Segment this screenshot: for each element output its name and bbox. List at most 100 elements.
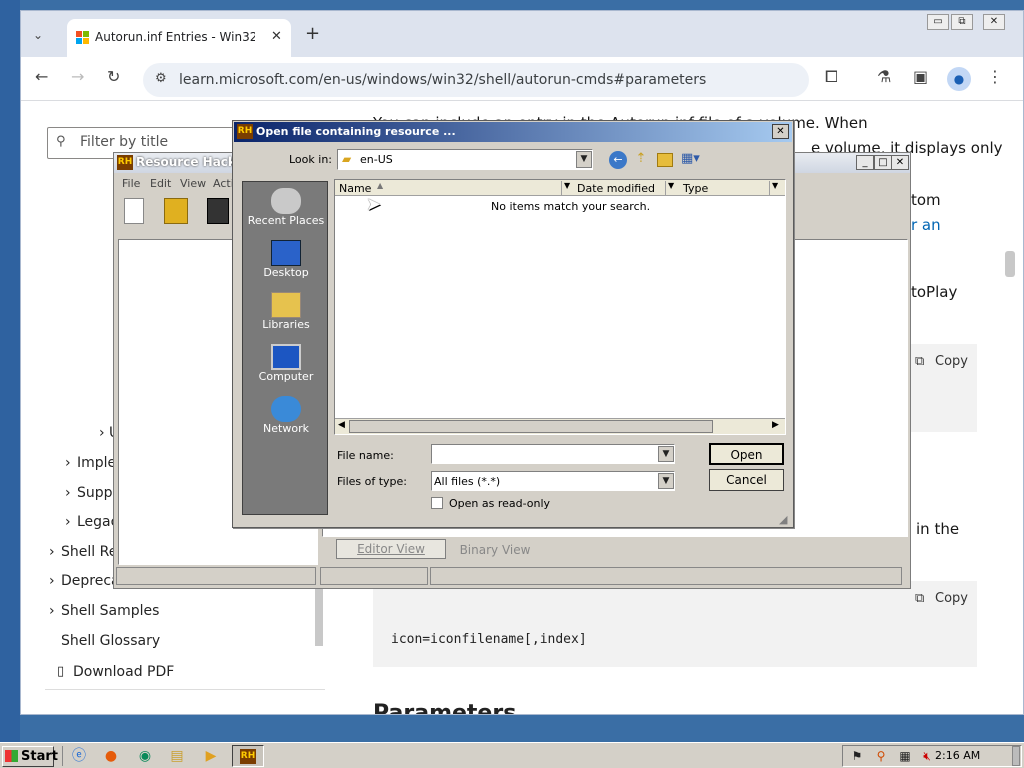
new-file-icon[interactable]: [124, 198, 144, 224]
new-folder-icon[interactable]: [657, 153, 673, 167]
rh-menu-action[interactable]: Acti: [213, 177, 234, 190]
place-desktop[interactable]: Desktop: [243, 240, 329, 279]
page-scrollbar-thumb[interactable]: [1005, 251, 1015, 277]
scroll-left-icon[interactable]: ◀: [338, 420, 345, 430]
taskbar-resource-hacker[interactable]: RH: [232, 745, 264, 767]
restore-button[interactable]: ⧉: [951, 14, 973, 30]
scroll-right-icon[interactable]: ▶: [772, 420, 779, 430]
place-computer[interactable]: Computer: [243, 344, 329, 383]
place-label: Computer: [258, 370, 314, 383]
libraries-icon: [271, 292, 301, 318]
recent-places-icon: [271, 188, 301, 214]
place-recent[interactable]: Recent Places: [243, 188, 329, 227]
network-tray-icon[interactable]: ▦: [894, 746, 916, 766]
rh-menu-file[interactable]: File: [122, 177, 140, 190]
file-explorer-icon[interactable]: ▤: [166, 746, 188, 766]
code-block-2: ⧉ Copy icon=iconfilename[,index]: [373, 581, 977, 667]
rh-minimize-button[interactable]: _: [856, 155, 874, 170]
save-icon[interactable]: [207, 198, 229, 224]
open-folder-icon[interactable]: [164, 198, 188, 224]
dialog-title-bar: RH Open file containing resource ... ✕: [234, 122, 792, 142]
chevron-down-icon[interactable]: ▼: [576, 151, 592, 168]
profile-avatar-icon[interactable]: ●: [947, 67, 971, 91]
horizontal-scrollbar[interactable]: ◀ ▶: [335, 418, 785, 434]
rh-menu-edit[interactable]: Edit: [150, 177, 171, 190]
start-button[interactable]: Start: [2, 746, 58, 767]
download-pdf-link[interactable]: Download PDF: [73, 664, 174, 680]
back-icon[interactable]: ←: [35, 67, 48, 87]
file-list-view[interactable]: Name ▲ ▼ Date modified ▼ Type ▼ No items…: [334, 179, 786, 435]
app-icon[interactable]: ◉: [134, 746, 156, 766]
back-icon[interactable]: ←: [609, 151, 627, 169]
files-of-type-select[interactable]: All files (*.*) ▼: [431, 471, 675, 491]
rh-menu-view[interactable]: View: [180, 177, 206, 190]
show-desktop-button[interactable]: [1012, 746, 1020, 766]
resize-grip-icon[interactable]: ◢: [779, 513, 787, 526]
tab-autorun[interactable]: Autorun.inf Entries - Win32 apps | Micro…: [67, 19, 291, 57]
view-menu-icon[interactable]: ▦▾: [681, 151, 703, 169]
media-player-icon[interactable]: ▶: [200, 746, 222, 766]
nav-item[interactable]: Imple: [77, 455, 116, 471]
col-date-modified[interactable]: Date modified: [577, 182, 655, 195]
rh-app-icon: RH: [240, 749, 256, 764]
close-button[interactable]: ✕: [983, 14, 1005, 30]
open-button[interactable]: Open: [709, 443, 784, 465]
col-divider[interactable]: [665, 181, 666, 195]
paragraph-2-link[interactable]: r an: [911, 216, 941, 234]
ie-icon[interactable]: ⓔ: [68, 746, 90, 766]
open-file-dialog: RH Open file containing resource ... ✕ L…: [232, 120, 794, 528]
search-icon[interactable]: ⚲: [870, 746, 892, 766]
reload-icon[interactable]: ↻: [107, 67, 120, 87]
tab-close-icon[interactable]: ✕: [271, 29, 282, 44]
col-divider[interactable]: [561, 181, 562, 195]
place-libraries[interactable]: Libraries: [243, 292, 329, 331]
place-label: Network: [263, 422, 309, 435]
extensions-icon[interactable]: ⧠: [825, 67, 838, 87]
editor-view-tab[interactable]: Editor View: [336, 539, 446, 559]
look-in-value: en-US: [360, 153, 393, 166]
new-tab-button[interactable]: +: [305, 23, 320, 44]
side-panel-icon[interactable]: ▣: [913, 67, 928, 87]
chevron-down-icon[interactable]: ▼: [658, 473, 674, 489]
nav-item-shell-glossary[interactable]: Shell Glossary: [61, 633, 160, 649]
chevron-down-icon[interactable]: ▼: [668, 181, 674, 190]
forward-icon[interactable]: →: [71, 67, 84, 87]
file-name-input[interactable]: ▼: [431, 444, 675, 464]
nav-item[interactable]: Depreca: [61, 573, 120, 589]
cancel-button[interactable]: Cancel: [709, 469, 784, 491]
up-folder-icon[interactable]: ⇡: [633, 151, 649, 169]
binary-view-tab[interactable]: Binary View: [450, 541, 540, 559]
empty-message: No items match your search.: [491, 200, 651, 213]
nav-chevron-icon: ›: [49, 544, 55, 560]
address-bar[interactable]: ⚙ learn.microsoft.com/en-us/windows/win3…: [143, 63, 809, 97]
labs-icon[interactable]: ⚗: [877, 67, 891, 87]
chevron-down-icon[interactable]: ▼: [772, 181, 778, 190]
copy-button[interactable]: Copy: [935, 354, 968, 369]
flag-icon[interactable]: ⚑: [846, 746, 868, 766]
look-in-label: Look in:: [289, 153, 332, 166]
firefox-icon[interactable]: ●: [100, 746, 122, 766]
place-network[interactable]: Network: [243, 396, 329, 435]
scrollbar-thumb[interactable]: [349, 420, 713, 433]
copy-button[interactable]: Copy: [935, 591, 968, 606]
places-bar: Recent Places Desktop Libraries Computer…: [242, 181, 328, 515]
nav-chevron-icon: ›: [49, 603, 55, 619]
look-in-select[interactable]: ▰ en-US ▼: [337, 149, 593, 170]
menu-kebab-icon[interactable]: ⋮: [987, 67, 1003, 87]
minimize-button[interactable]: ▭: [927, 14, 949, 30]
rh-close-button[interactable]: ✕: [891, 155, 909, 170]
site-info-icon[interactable]: ⚙: [155, 71, 167, 86]
col-divider[interactable]: [769, 181, 770, 195]
chevron-down-icon[interactable]: ▼: [564, 181, 570, 190]
nav-scrollbar[interactable]: [315, 586, 323, 646]
dialog-title: Open file containing resource ...: [256, 125, 456, 138]
tab-search-icon[interactable]: ⌄: [33, 25, 43, 45]
rh-maximize-button[interactable]: □: [874, 155, 892, 170]
nav-item-shell-samples[interactable]: Shell Samples: [61, 603, 159, 619]
chevron-down-icon[interactable]: ▼: [658, 446, 674, 462]
dialog-close-button[interactable]: ✕: [772, 124, 789, 139]
read-only-checkbox[interactable]: [431, 497, 443, 509]
col-type[interactable]: Type: [683, 182, 708, 195]
files-of-type-value: All files (*.*): [434, 475, 501, 488]
taskbar: Start ⓔ ● ◉ ▤ ▶ RH ⚑ ⚲ ▦ 🔇︎ 2:16 AM: [0, 742, 1024, 768]
